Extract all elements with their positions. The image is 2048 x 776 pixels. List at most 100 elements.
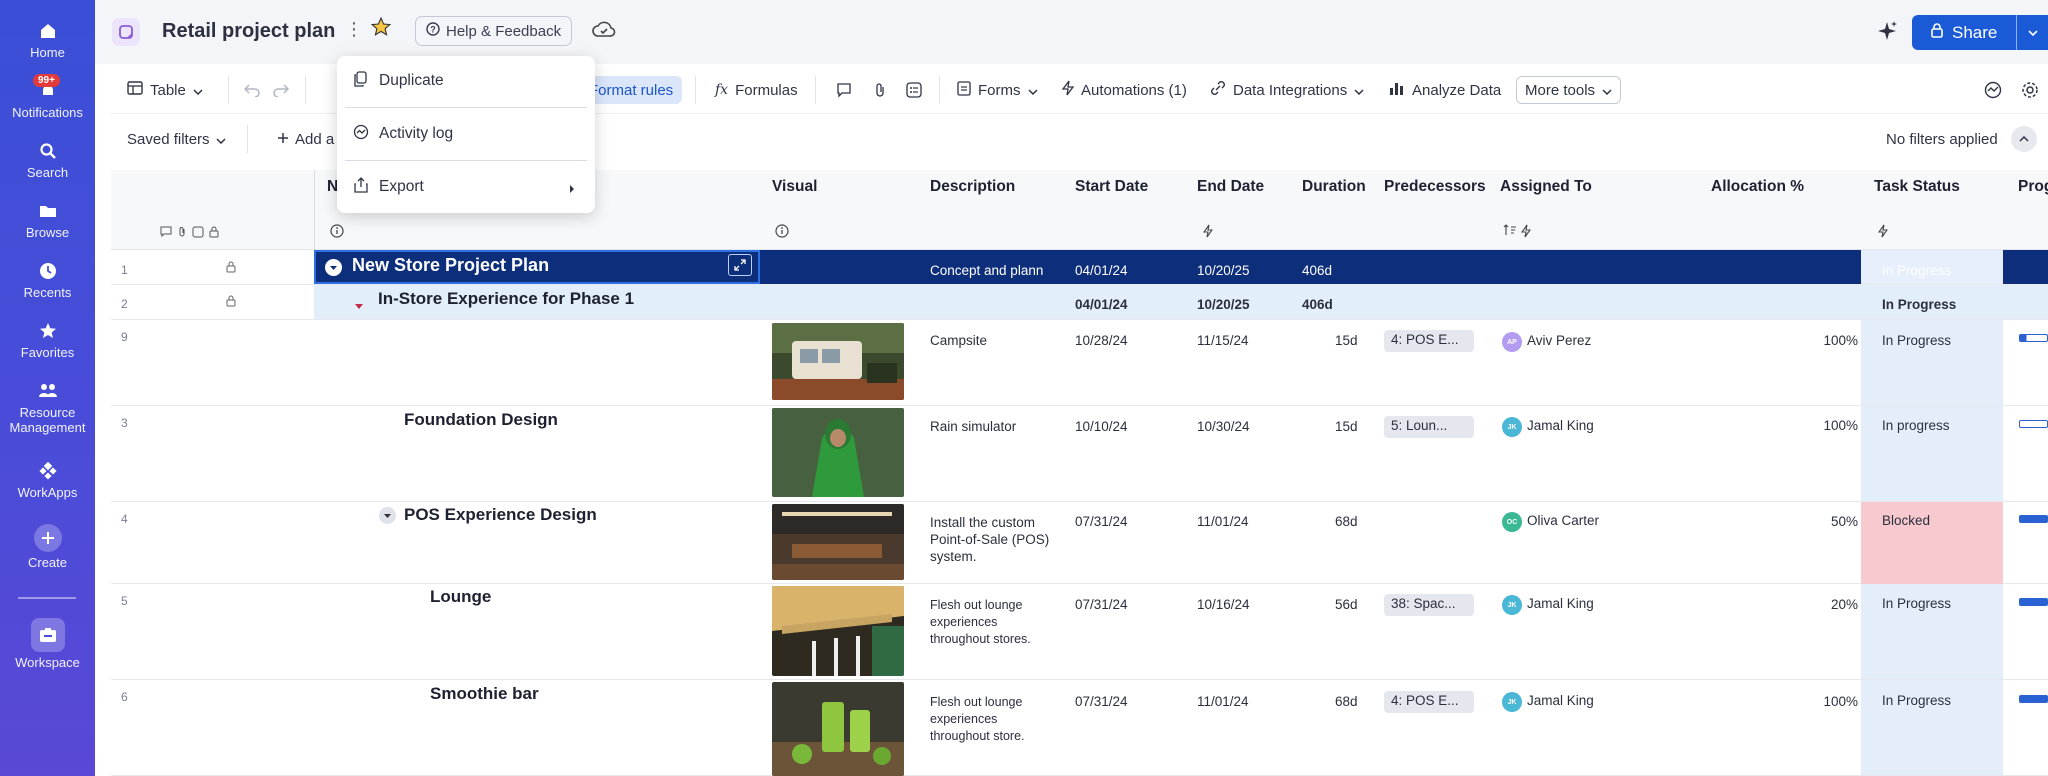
description-cell[interactable]: Flesh out lounge experiences throughout … xyxy=(930,597,1055,648)
status-cell-text[interactable]: In Progress xyxy=(1882,333,1951,348)
column-header-end-date[interactable]: End Date xyxy=(1197,178,1264,196)
predecessor-chip[interactable]: 4: POS E... xyxy=(1384,691,1474,713)
thumbnail-image[interactable] xyxy=(772,586,904,676)
allocation-cell[interactable]: 100% xyxy=(1808,694,1858,709)
duration-cell[interactable]: 15d xyxy=(1335,333,1358,348)
forms-button[interactable]: Forms xyxy=(957,66,1038,114)
status-cell-text[interactable]: In Progress xyxy=(1882,263,1951,278)
column-header-duration[interactable]: Duration xyxy=(1302,178,1366,196)
task-name[interactable]: Smoothie bar xyxy=(430,684,539,704)
column-header-predecessors[interactable]: Predecessors xyxy=(1384,178,1486,196)
predecessor-chip[interactable]: 38: Spac... xyxy=(1384,594,1474,616)
predecessor-chip[interactable]: 4: POS E... xyxy=(1384,330,1474,352)
duration-cell[interactable]: 56d xyxy=(1335,597,1358,612)
assigned-to-cell[interactable]: Jamal King xyxy=(1527,693,1594,708)
analyze-data-button[interactable]: Analyze Data xyxy=(1389,66,1501,114)
nav-resource-management[interactable]: Resource Management xyxy=(0,380,95,435)
share-button[interactable]: Share xyxy=(1912,15,2048,50)
task-name[interactable]: Foundation Design xyxy=(404,410,558,430)
formulas-button[interactable]: fx Formulas xyxy=(715,66,798,114)
start-date-cell[interactable]: 07/31/24 xyxy=(1075,694,1128,709)
task-name[interactable]: Lounge xyxy=(430,587,491,607)
column-header-allocation[interactable]: Allocation % xyxy=(1711,178,1804,196)
expand-icon[interactable] xyxy=(728,254,752,276)
end-date-cell[interactable]: 10/30/24 xyxy=(1197,419,1250,434)
lock-icon[interactable] xyxy=(226,294,236,312)
info-icon[interactable] xyxy=(775,224,789,243)
menu-item-export[interactable]: Export xyxy=(337,162,595,212)
card-view-icon[interactable] xyxy=(906,66,922,114)
status-cell-text[interactable]: In Progress xyxy=(1882,693,1951,708)
menu-item-activity-log[interactable]: Activity log xyxy=(337,109,595,159)
start-date-cell[interactable]: 10/28/24 xyxy=(1075,333,1128,348)
thumbnail-image[interactable] xyxy=(772,323,904,400)
duration-cell[interactable]: 15d xyxy=(1335,419,1358,434)
allocation-cell[interactable]: 50% xyxy=(1808,514,1858,529)
assigned-to-cell[interactable]: Jamal King xyxy=(1527,418,1594,433)
column-header-description[interactable]: Description xyxy=(930,178,1015,196)
status-cell-text[interactable]: In Progress xyxy=(1882,297,1956,312)
end-date-cell[interactable]: 11/01/24 xyxy=(1197,694,1249,709)
column-header-progress[interactable]: Prog xyxy=(2018,178,2048,196)
ai-sparkle-icon[interactable] xyxy=(1876,20,1898,47)
duration-cell[interactable]: 406d xyxy=(1302,263,1332,278)
assigned-to-cell[interactable]: Jamal King xyxy=(1527,596,1594,611)
nav-notifications[interactable]: 99+ Notifications xyxy=(0,74,95,120)
description-cell[interactable]: Flesh out lounge experiences throughout … xyxy=(930,694,1055,745)
end-date-cell[interactable]: 10/20/25 xyxy=(1197,263,1250,278)
assigned-to-cell[interactable]: Aviv Perez xyxy=(1527,333,1591,348)
end-date-cell[interactable]: 10/20/25 xyxy=(1197,297,1250,312)
settings-gear-icon[interactable] xyxy=(2021,66,2039,114)
collapse-filters-button[interactable] xyxy=(2011,116,2037,162)
description-cell[interactable]: Install the custom Point-of-Sale (POS) s… xyxy=(930,514,1055,565)
start-date-cell[interactable]: 07/31/24 xyxy=(1075,597,1128,612)
data-integrations-button[interactable]: Data Integrations xyxy=(1210,66,1364,114)
chevron-down-icon[interactable] xyxy=(2016,15,2048,50)
activity-icon[interactable] xyxy=(1984,66,2002,114)
column-header-task-status[interactable]: Task Status xyxy=(1874,178,1960,196)
undo-icon[interactable] xyxy=(244,66,260,114)
more-options-icon[interactable]: ⋮ xyxy=(345,19,363,40)
end-date-cell[interactable]: 11/01/24 xyxy=(1197,514,1249,529)
start-date-cell[interactable]: 10/10/24 xyxy=(1075,419,1128,434)
view-selector[interactable]: Table xyxy=(127,66,203,114)
allocation-cell[interactable]: 20% xyxy=(1808,597,1858,612)
duration-cell[interactable]: 68d xyxy=(1335,694,1358,709)
nav-favorites[interactable]: Favorites xyxy=(0,320,95,360)
column-header-start-date[interactable]: Start Date xyxy=(1075,178,1148,196)
task-name[interactable]: New Store Project Plan xyxy=(352,255,549,276)
help-feedback-button[interactable]: ? Help & Feedback xyxy=(415,16,573,46)
description-cell[interactable]: Campsite xyxy=(930,333,987,348)
duration-cell[interactable]: 406d xyxy=(1302,297,1333,312)
assigned-to-cell[interactable]: Oliva Carter xyxy=(1527,513,1599,528)
task-name[interactable]: In-Store Experience for Phase 1 xyxy=(378,289,634,309)
redo-icon[interactable] xyxy=(273,66,289,114)
nav-home[interactable]: Home xyxy=(0,20,95,60)
add-filter-button[interactable]: Add a xyxy=(277,116,334,162)
saved-filters-dropdown[interactable]: Saved filters xyxy=(127,116,226,162)
collapse-toggle-icon[interactable] xyxy=(325,259,342,276)
start-date-cell[interactable]: 04/01/24 xyxy=(1075,263,1128,278)
description-cell[interactable]: Rain simulator xyxy=(930,419,1016,434)
cloud-sync-icon[interactable] xyxy=(592,19,616,46)
lock-icon[interactable] xyxy=(226,260,236,278)
attachment-icon[interactable] xyxy=(873,66,887,114)
start-date-cell[interactable]: 04/01/24 xyxy=(1075,297,1128,312)
comments-icon[interactable] xyxy=(836,66,852,114)
duration-cell[interactable]: 68d xyxy=(1335,514,1358,529)
thumbnail-image[interactable] xyxy=(772,504,904,580)
allocation-cell[interactable]: 100% xyxy=(1808,333,1858,348)
nav-workspace[interactable]: Workspace xyxy=(0,618,95,670)
more-tools-button[interactable]: More tools xyxy=(1516,76,1622,104)
nav-browse[interactable]: Browse xyxy=(0,200,95,240)
status-cell-text[interactable]: In progress xyxy=(1882,418,1950,433)
end-date-cell[interactable]: 10/16/24 xyxy=(1197,597,1250,612)
description-cell[interactable]: Concept and plann xyxy=(930,263,1050,278)
collapse-toggle-icon[interactable] xyxy=(354,297,364,315)
favorite-star-icon[interactable] xyxy=(370,16,392,42)
collapse-toggle-icon[interactable] xyxy=(379,507,396,524)
format-rules-button[interactable]: Format rules xyxy=(580,76,683,104)
nav-workapps[interactable]: WorkApps xyxy=(0,460,95,500)
menu-item-duplicate[interactable]: Duplicate xyxy=(337,56,595,106)
task-name[interactable]: POS Experience Design xyxy=(404,505,597,525)
